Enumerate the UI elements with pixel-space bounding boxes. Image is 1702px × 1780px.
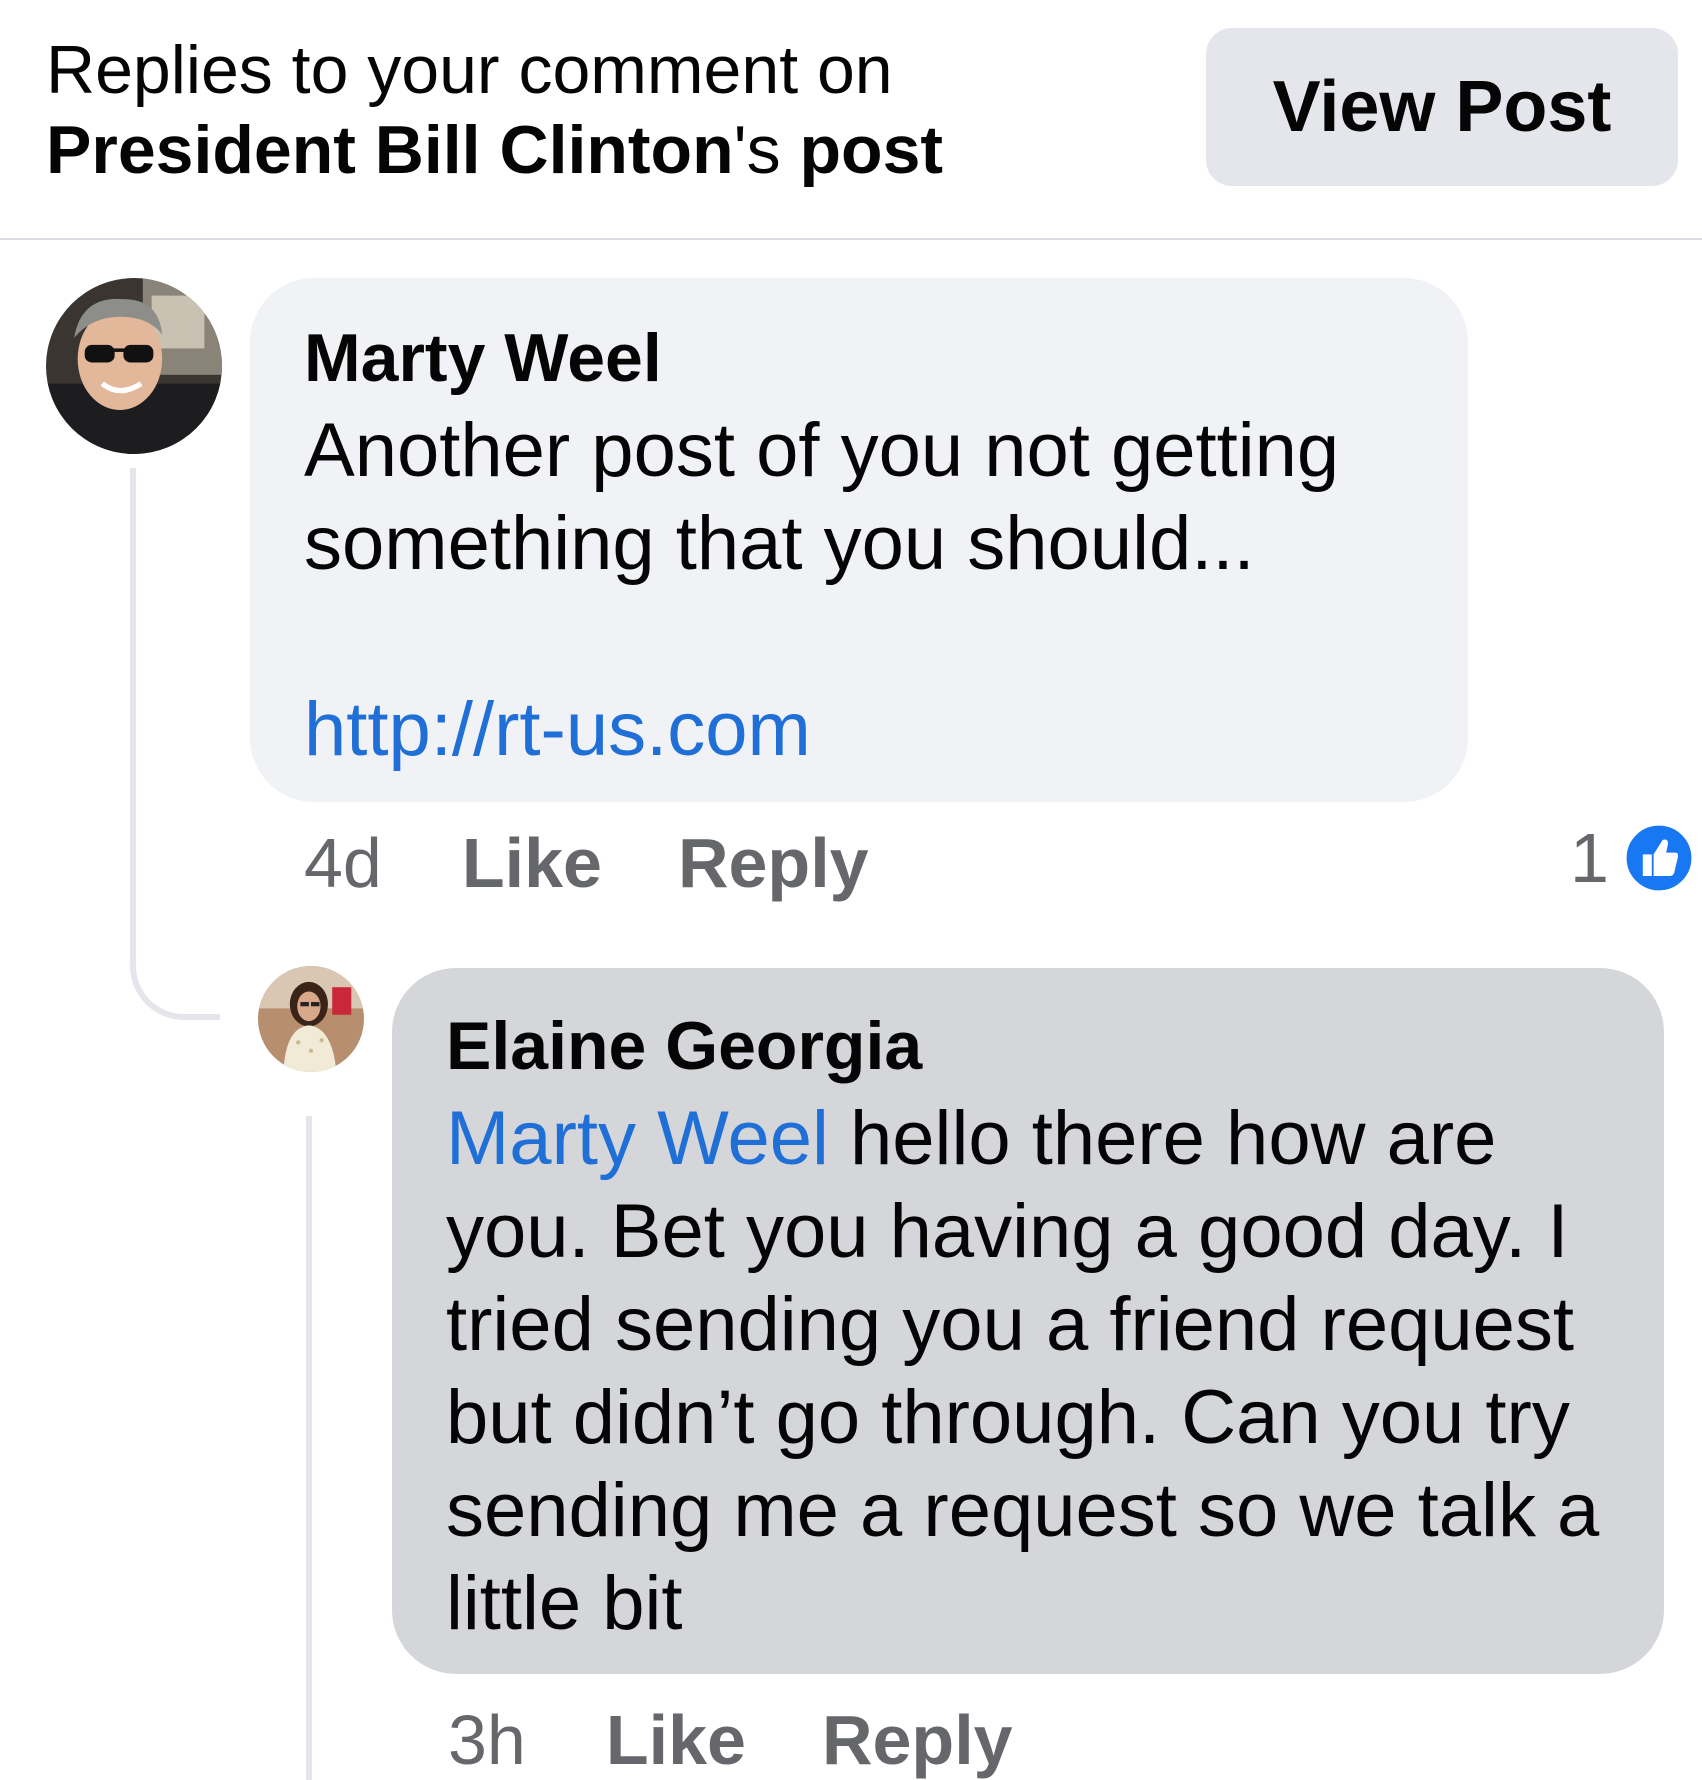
comment-actions: 4d Like Reply [304,823,945,903]
header-post-owner: President Bill Clinton's post [46,110,1146,190]
line-spacer [304,590,1414,683]
comment-body: Another post of you not getting somethin… [304,404,1414,776]
avatar-photo-marty [46,278,222,454]
like-button[interactable]: Like [606,1700,746,1780]
header-title: Replies to your comment on President Bil… [46,30,1146,190]
reply-button[interactable]: Reply [678,823,869,903]
post-word: post [799,112,944,188]
thumbs-up-icon [1622,822,1695,894]
reactions-summary[interactable]: 1 [1570,818,1695,898]
comment-text: Another post of you not getting somethin… [304,408,1340,586]
avatar[interactable] [46,278,222,454]
comment-author[interactable]: Marty Weel [304,318,1414,398]
comment-bubble: Marty Weel Another post of you not getti… [250,278,1468,802]
reply-bubble: Elaine Georgia Marty Weel hello there ho… [392,968,1664,1674]
avatar[interactable] [258,966,364,1072]
comment-body: Marty Weel hello there how are you. Bet … [446,1092,1610,1650]
comment-author[interactable]: Elaine Georgia [446,1006,1610,1086]
like-button[interactable]: Like [462,823,602,903]
mention-link[interactable]: Marty Weel [446,1096,829,1181]
reaction-count: 1 [1570,819,1609,897]
comment-timestamp[interactable]: 3h [448,1700,526,1780]
thread-connector-reply [306,1116,312,1780]
possessive-suffix: 's [733,112,781,188]
comment-actions: 3h Like Reply [448,1700,1089,1780]
post-owner-name[interactable]: President Bill Clinton [46,112,734,188]
comment-link[interactable]: http://rt-us.com [304,687,811,772]
comment-timestamp[interactable]: 4d [304,823,382,903]
avatar-photo-elaine [258,966,364,1072]
reply-button[interactable]: Reply [822,1700,1013,1780]
header-subtitle: Replies to your comment on [46,32,893,108]
header: Replies to your comment on President Bil… [0,0,1702,240]
thread-connector [130,468,220,1020]
view-post-button[interactable]: View Post [1206,28,1678,186]
notification-page: Replies to your comment on President Bil… [0,0,1702,1780]
